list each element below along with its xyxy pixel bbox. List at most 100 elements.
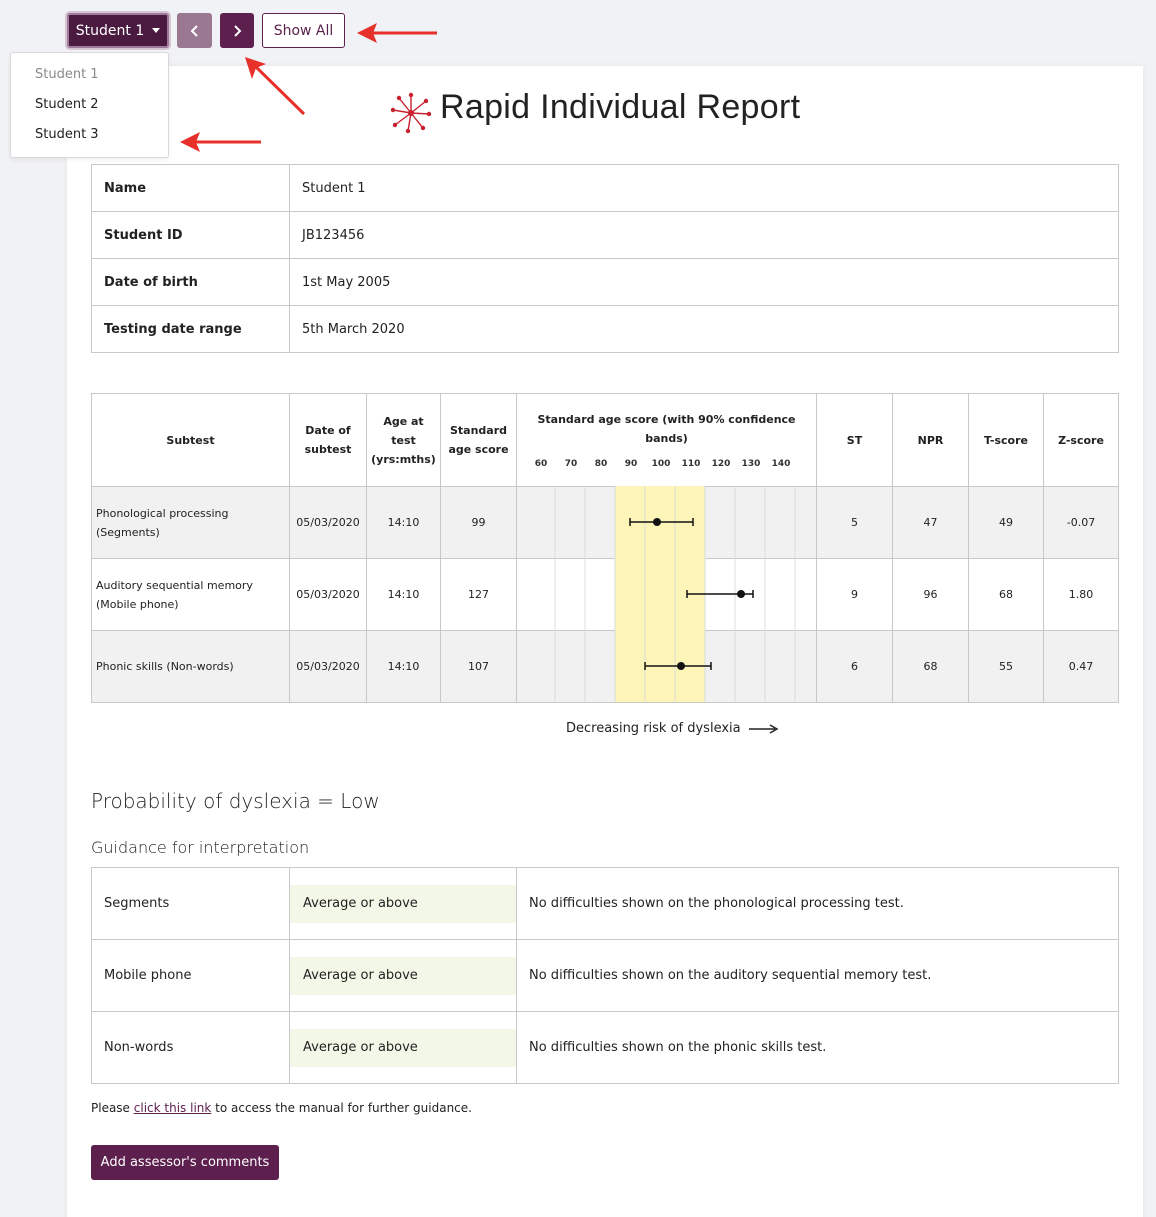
info-key: Testing date range [91, 305, 290, 353]
guidance-level: Average or above [290, 1028, 516, 1067]
header-chart: Standard age score (with 90% confidence … [516, 393, 817, 487]
risk-label-text: Decreasing risk of dyslexia [566, 721, 741, 736]
info-row: Date of birth 1st May 2005 [91, 258, 1119, 306]
cell-st: 9 [816, 558, 893, 631]
x-tick-label: 130 [742, 459, 761, 469]
cell-age: 14:10 [366, 486, 441, 559]
cell-st: 5 [816, 486, 893, 559]
cell-npr: 47 [892, 486, 969, 559]
info-value: Student 1 [289, 164, 1119, 212]
arrow-right-icon [748, 723, 779, 734]
info-key: Date of birth [91, 258, 290, 306]
cell-npr: 68 [892, 630, 969, 703]
cell-t: 49 [968, 486, 1044, 559]
student-info-table: Name Student 1 Student ID JB123456 Date of… [91, 164, 1119, 353]
logo-icon [390, 92, 432, 134]
cell-chart [516, 630, 817, 703]
guidance-test: Segments [91, 867, 290, 940]
info-value: 1st May 2005 [289, 258, 1119, 306]
header-z: Z-score [1043, 393, 1119, 487]
table-row: Non-words Average or above No difficulti… [91, 1011, 1119, 1084]
header-npr: NPR [892, 393, 969, 487]
student-dropdown-menu: Student 1 Student 2 Student 3 [10, 52, 169, 158]
annotation-arrow-icon [245, 57, 306, 116]
info-row: Testing date range 5th March 2020 [91, 305, 1119, 353]
info-row: Name Student 1 [91, 164, 1119, 212]
info-value: 5th March 2020 [289, 305, 1119, 353]
student-select-label: Student 1 [75, 22, 145, 39]
x-tick-label: 140 [772, 459, 791, 469]
guidance-test: Mobile phone [91, 939, 290, 1012]
cell-subtest: Phonic skills (Non-words) [91, 630, 290, 703]
cell-chart [516, 486, 817, 559]
cell-t: 68 [968, 558, 1044, 631]
cell-sas: 127 [440, 558, 517, 631]
guidance-text: No difficulties shown on the auditory se… [516, 939, 1119, 1012]
x-tick-label: 120 [712, 459, 731, 469]
header-age: Age at test (yrs:mths) [366, 393, 441, 487]
chart-x-axis: 60 70 80 90 100 110 120 130 140 [535, 459, 791, 469]
guidance-heading: Guidance for interpretation [91, 838, 310, 857]
probability-heading: Probability of dyslexia = Low [91, 789, 380, 813]
chevron-right-icon [234, 24, 242, 37]
cell-z: 1.80 [1043, 558, 1119, 631]
header-date: Date of subtest [289, 393, 367, 487]
guidance-text: No difficulties shown on the phonologica… [516, 867, 1119, 940]
show-all-button[interactable]: Show All [262, 13, 345, 48]
cell-st: 6 [816, 630, 893, 703]
cell-date: 05/03/2020 [289, 486, 367, 559]
cell-date: 05/03/2020 [289, 630, 367, 703]
cell-sas: 99 [440, 486, 517, 559]
cell-sas: 107 [440, 630, 517, 703]
guidance-text: No difficulties shown on the phonic skil… [516, 1011, 1119, 1084]
x-tick-label: 70 [565, 459, 578, 469]
dropdown-item-student-1[interactable]: Student 1 [35, 67, 99, 82]
header-t: T-score [968, 393, 1044, 487]
chevron-left-icon [190, 24, 198, 37]
cell-age: 14:10 [366, 558, 441, 631]
table-row: Phonic skills (Non-words) 05/03/2020 14:… [91, 630, 1119, 703]
table-row: Mobile phone Average or above No difficu… [91, 939, 1119, 1012]
chart-title: Standard age score (with 90% confidence … [537, 413, 796, 445]
guidance-level: Average or above [290, 884, 516, 923]
cell-z: -0.07 [1043, 486, 1119, 559]
guidance-level-cell: Average or above [289, 867, 517, 940]
guidance-level-cell: Average or above [289, 939, 517, 1012]
table-row: Auditory sequential memory (Mobile phone… [91, 558, 1119, 631]
table-row: Phonological processing (Segments) 05/03… [91, 486, 1119, 559]
add-comments-button[interactable]: Add assessor's comments [91, 1145, 279, 1180]
header-subtest: Subtest [91, 393, 290, 487]
info-value: JB123456 [289, 211, 1119, 259]
cell-z: 0.47 [1043, 630, 1119, 703]
info-key: Name [91, 164, 290, 212]
manual-note: Please click this link to access the man… [91, 1101, 472, 1115]
note-after: to access the manual for further guidanc… [211, 1101, 472, 1115]
cell-chart [516, 558, 817, 631]
cell-t: 55 [968, 630, 1044, 703]
previous-student-button[interactable] [177, 13, 212, 48]
info-key: Student ID [91, 211, 290, 259]
page-title: Rapid Individual Report [440, 88, 801, 126]
cell-npr: 96 [892, 558, 969, 631]
annotation-arrow-icon [357, 23, 437, 43]
guidance-table: Segments Average or above No difficultie… [91, 867, 1119, 1084]
x-tick-label: 80 [595, 459, 608, 469]
dropdown-item-student-3[interactable]: Student 3 [35, 127, 99, 142]
student-select-button[interactable]: Student 1 [67, 13, 169, 48]
caret-down-icon [152, 28, 161, 33]
table-row: Segments Average or above No difficultie… [91, 867, 1119, 940]
cell-date: 05/03/2020 [289, 558, 367, 631]
next-student-button[interactable] [220, 13, 254, 48]
header-sas: Standard age score [440, 393, 517, 487]
manual-link[interactable]: click this link [134, 1101, 212, 1115]
cell-subtest: Auditory sequential memory (Mobile phone… [91, 558, 290, 631]
x-tick-label: 110 [682, 459, 701, 469]
annotation-arrow-icon [180, 132, 261, 152]
guidance-test: Non-words [91, 1011, 290, 1084]
dropdown-item-student-2[interactable]: Student 2 [35, 97, 99, 112]
note-before: Please [91, 1101, 134, 1115]
x-tick-label: 90 [625, 459, 638, 469]
guidance-level: Average or above [290, 956, 516, 995]
scores-table: Subtest Date of subtest Age at test (yrs… [91, 393, 1119, 703]
cell-age: 14:10 [366, 630, 441, 703]
